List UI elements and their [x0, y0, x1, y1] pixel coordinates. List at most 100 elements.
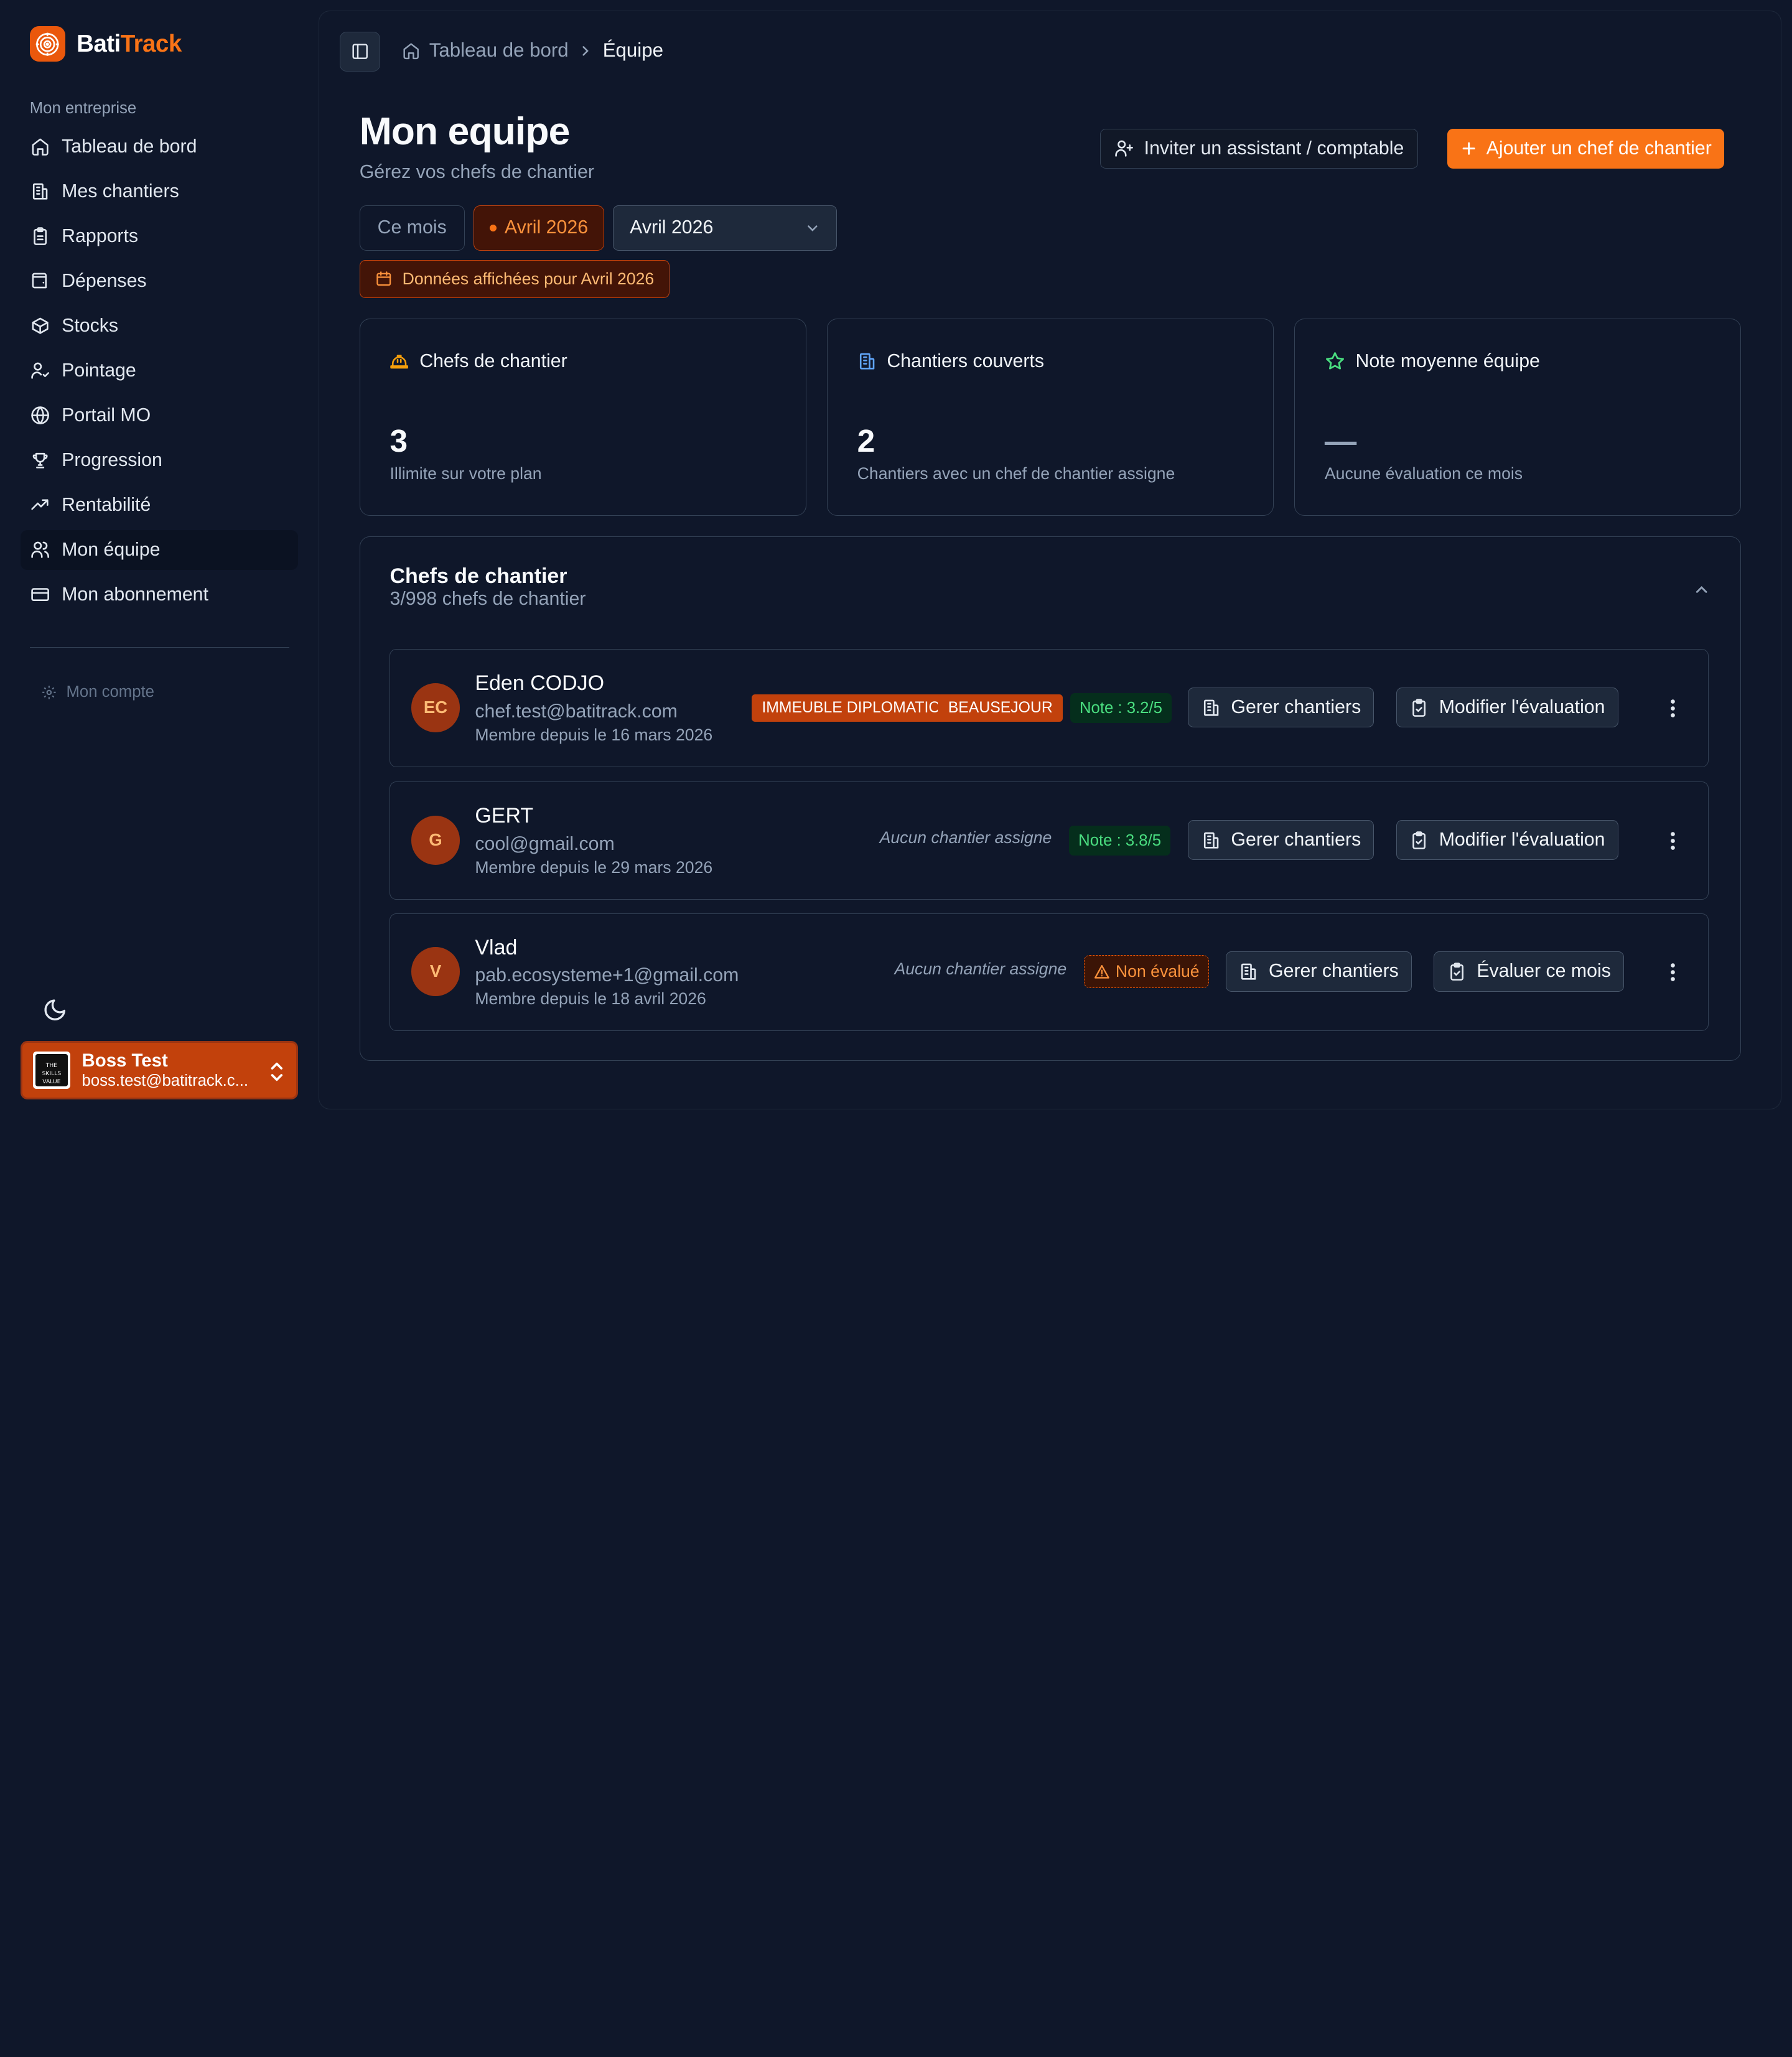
wallet-icon	[30, 271, 50, 291]
member-name: Eden CODJO	[475, 671, 605, 696]
month-select[interactable]: Avril 2026	[613, 205, 838, 251]
add-site-manager-button[interactable]: Ajouter un chef de chantier	[1447, 128, 1724, 169]
manage-sites-button[interactable]: Gerer chantiers	[1188, 687, 1374, 728]
theme-toggle-moon-icon[interactable]	[42, 997, 67, 1022]
stat-card-sites-covered: Chantiers couverts 2 Chantiers avec un c…	[826, 318, 1274, 516]
sidebar-item-label: Progression	[62, 449, 162, 470]
clipboard-icon	[30, 226, 50, 246]
user-check-icon	[30, 360, 50, 381]
sidebar-toggle-button[interactable]	[340, 31, 380, 72]
brand-name: BatiTrack	[77, 30, 182, 57]
rating-badge: Note : 3.2/5	[1070, 693, 1172, 723]
avatar-text: THE SKILLS VALUE	[35, 1054, 68, 1086]
period-notice: Données affichées pour Avril 2026	[359, 259, 670, 298]
not-rated-label: Non évalué	[1115, 961, 1200, 981]
chevrons-up-down-icon	[269, 1061, 285, 1082]
user-email: boss.test@batitrack.c...	[82, 1072, 249, 1090]
page-title: Mon equipe	[359, 110, 571, 154]
user-menu[interactable]: THE SKILLS VALUE Boss Test boss.test@bat…	[21, 1041, 299, 1099]
main-panel: Tableau de bord Équipe Mon equipe Gérez …	[319, 10, 1782, 1110]
evaluation-label: Évaluer ce mois	[1477, 961, 1611, 982]
edit-evaluation-button[interactable]: Modifier l'évaluation	[1396, 687, 1618, 728]
avatar: THE SKILLS VALUE	[32, 1051, 71, 1089]
evaluate-month-button[interactable]: Évaluer ce mois	[1434, 951, 1625, 992]
sidebar-item-dashboard[interactable]: Tableau de bord	[21, 127, 298, 167]
avatar: EC	[411, 683, 460, 732]
building-icon	[1202, 831, 1221, 850]
users-icon	[30, 539, 50, 560]
breadcrumb-home-link[interactable]: Tableau de bord	[429, 39, 569, 62]
site-tag: BEAUSEJOUR	[938, 694, 1063, 722]
member-email: pab.ecosysteme+1@gmail.com	[475, 965, 739, 986]
evaluation-label: Modifier l'évaluation	[1439, 697, 1605, 718]
trending-up-icon	[30, 495, 50, 515]
sidebar-item-stocks[interactable]: Stocks	[21, 306, 298, 346]
sidebar-item-expenses[interactable]: Dépenses	[21, 261, 298, 301]
avatar: G	[411, 815, 460, 865]
sidebar-item-portal[interactable]: Portail MO	[21, 396, 298, 436]
sidebar-item-label: Mon abonnement	[62, 584, 208, 605]
sidebar-section-heading: Mon entreprise	[29, 99, 137, 117]
no-site-text: Aucun chantier assigne	[879, 828, 1052, 847]
not-rated-badge: Non évalué	[1084, 954, 1210, 989]
stat-description: Aucune évaluation ce mois	[1324, 464, 1523, 483]
stat-value: —	[1324, 422, 1357, 459]
team-member-row: EC Eden CODJO chef.test@batitrack.com Me…	[390, 649, 1709, 767]
more-options-icon[interactable]	[1669, 962, 1676, 982]
building-icon	[857, 352, 877, 371]
add-label: Ajouter un chef de chantier	[1486, 138, 1712, 159]
sidebar-item-profitability[interactable]: Rentabilité	[21, 485, 298, 525]
calendar-icon	[375, 270, 393, 287]
more-options-icon[interactable]	[1669, 698, 1676, 719]
sidebar-item-attendance[interactable]: Pointage	[21, 351, 298, 391]
sidebar-item-label: Mes chantiers	[62, 180, 179, 202]
team-section: Chefs de chantier 3/998 chefs de chantie…	[359, 536, 1742, 1061]
sidebar-item-label: Rentabilité	[62, 494, 151, 515]
sidebar-item-progress[interactable]: Progression	[21, 441, 298, 480]
member-name: Vlad	[475, 935, 518, 959]
team-member-row: G GERT cool@gmail.com Membre depuis le 2…	[390, 781, 1709, 900]
user-plus-icon	[1114, 139, 1134, 158]
settings-icon	[41, 684, 57, 701]
evaluation-label: Modifier l'évaluation	[1439, 829, 1605, 851]
sidebar-item-label: Stocks	[62, 315, 119, 336]
sidebar-item-team[interactable]: Mon équipe	[21, 529, 299, 570]
stat-value: 2	[857, 422, 875, 459]
stat-label: Chantiers couverts	[887, 351, 1044, 371]
home-icon	[30, 136, 50, 157]
sidebar-divider	[29, 646, 289, 648]
sidebar: BatiTrack Mon entreprise Tableau de bord…	[0, 0, 319, 1120]
member-since: Membre depuis le 29 mars 2026	[475, 857, 713, 877]
clipboard-check-icon	[1409, 831, 1429, 850]
member-since: Membre depuis le 16 mars 2026	[475, 725, 713, 744]
brand[interactable]: BatiTrack	[29, 26, 182, 62]
notice-text: Données affichées pour Avril 2026	[402, 269, 655, 288]
sidebar-item-sites[interactable]: Mes chantiers	[21, 172, 298, 212]
this-month-button[interactable]: Ce mois	[359, 205, 465, 251]
more-options-icon[interactable]	[1669, 831, 1676, 851]
stat-card-average-rating: Note moyenne équipe — Aucune évaluation …	[1294, 318, 1742, 516]
trophy-icon	[30, 450, 50, 470]
member-name: GERT	[475, 804, 534, 828]
member-since: Membre depuis le 18 avril 2026	[475, 989, 706, 1008]
clipboard-check-icon	[1447, 962, 1467, 981]
sidebar-item-label: Mon équipe	[62, 539, 161, 560]
no-site-text: Aucun chantier assigne	[894, 959, 1067, 979]
manage-sites-button[interactable]: Gerer chantiers	[1226, 951, 1412, 992]
manage-sites-button[interactable]: Gerer chantiers	[1188, 820, 1374, 861]
invite-assistant-button[interactable]: Inviter un assistant / comptable	[1099, 128, 1419, 169]
selected-month-pill[interactable]: Avril 2026	[474, 205, 604, 251]
collapse-chevron-up-icon[interactable]	[1692, 581, 1710, 599]
sidebar-item-label: Rapports	[62, 225, 139, 246]
sidebar-item-account[interactable]: Mon compte	[41, 683, 154, 701]
edit-evaluation-button[interactable]: Modifier l'évaluation	[1396, 820, 1618, 861]
manage-sites-label: Gerer chantiers	[1269, 961, 1399, 982]
sidebar-nav: Tableau de bord Mes chantiers Rapports D…	[21, 127, 299, 620]
sidebar-item-subscription[interactable]: Mon abonnement	[21, 575, 298, 615]
manage-sites-label: Gerer chantiers	[1231, 829, 1361, 851]
building-icon	[1239, 962, 1258, 981]
building-icon	[1202, 698, 1221, 717]
avatar: V	[411, 946, 460, 996]
page-subtitle: Gérez vos chefs de chantier	[359, 161, 594, 182]
sidebar-item-reports[interactable]: Rapports	[21, 217, 298, 256]
